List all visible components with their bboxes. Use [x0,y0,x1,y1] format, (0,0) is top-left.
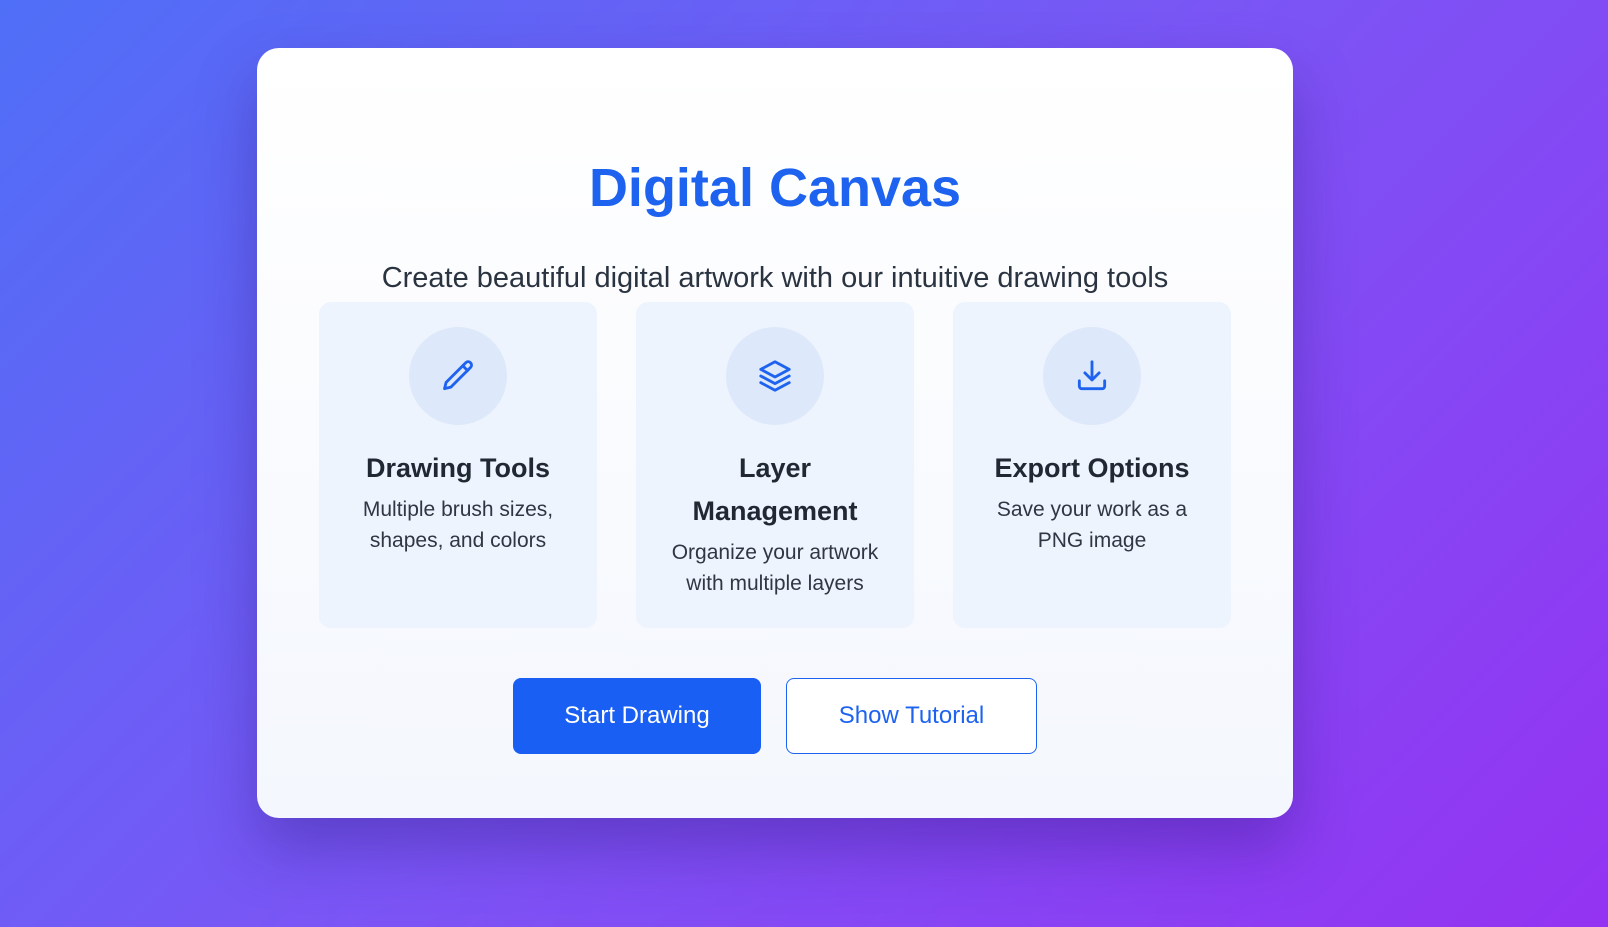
feature-title: Drawing Tools [365,453,550,483]
show-tutorial-button[interactable]: Show Tutorial [786,678,1037,754]
feature-description: Multiple brush sizes, shapes, and colors [362,498,554,552]
page-title: Digital Canvas [588,158,962,218]
feature-card-layer-management: Layer Management Organize your artwork w… [636,302,914,628]
feature-description: Save your work as a PNG image [996,498,1188,552]
page-subtitle: Create beautiful digital artwork with ou… [381,262,1169,294]
feature-title: Layer Management [692,453,858,526]
welcome-card: Digital Canvas Create beautiful digital … [257,48,1293,818]
feature-list: Drawing Tools Multiple brush sizes, shap… [319,302,1231,628]
pencil-icon [409,327,507,425]
feature-card-drawing-tools: Drawing Tools Multiple brush sizes, shap… [319,302,597,628]
layers-icon [726,327,824,425]
start-drawing-button[interactable]: Start Drawing [513,678,761,754]
feature-title: Export Options [994,453,1190,483]
download-icon [1043,327,1141,425]
feature-card-export-options: Export Options Save your work as a PNG i… [953,302,1231,628]
action-buttons: Start Drawing Show Tutorial [257,678,1293,754]
feature-description: Organize your artwork with multiple laye… [671,541,879,595]
